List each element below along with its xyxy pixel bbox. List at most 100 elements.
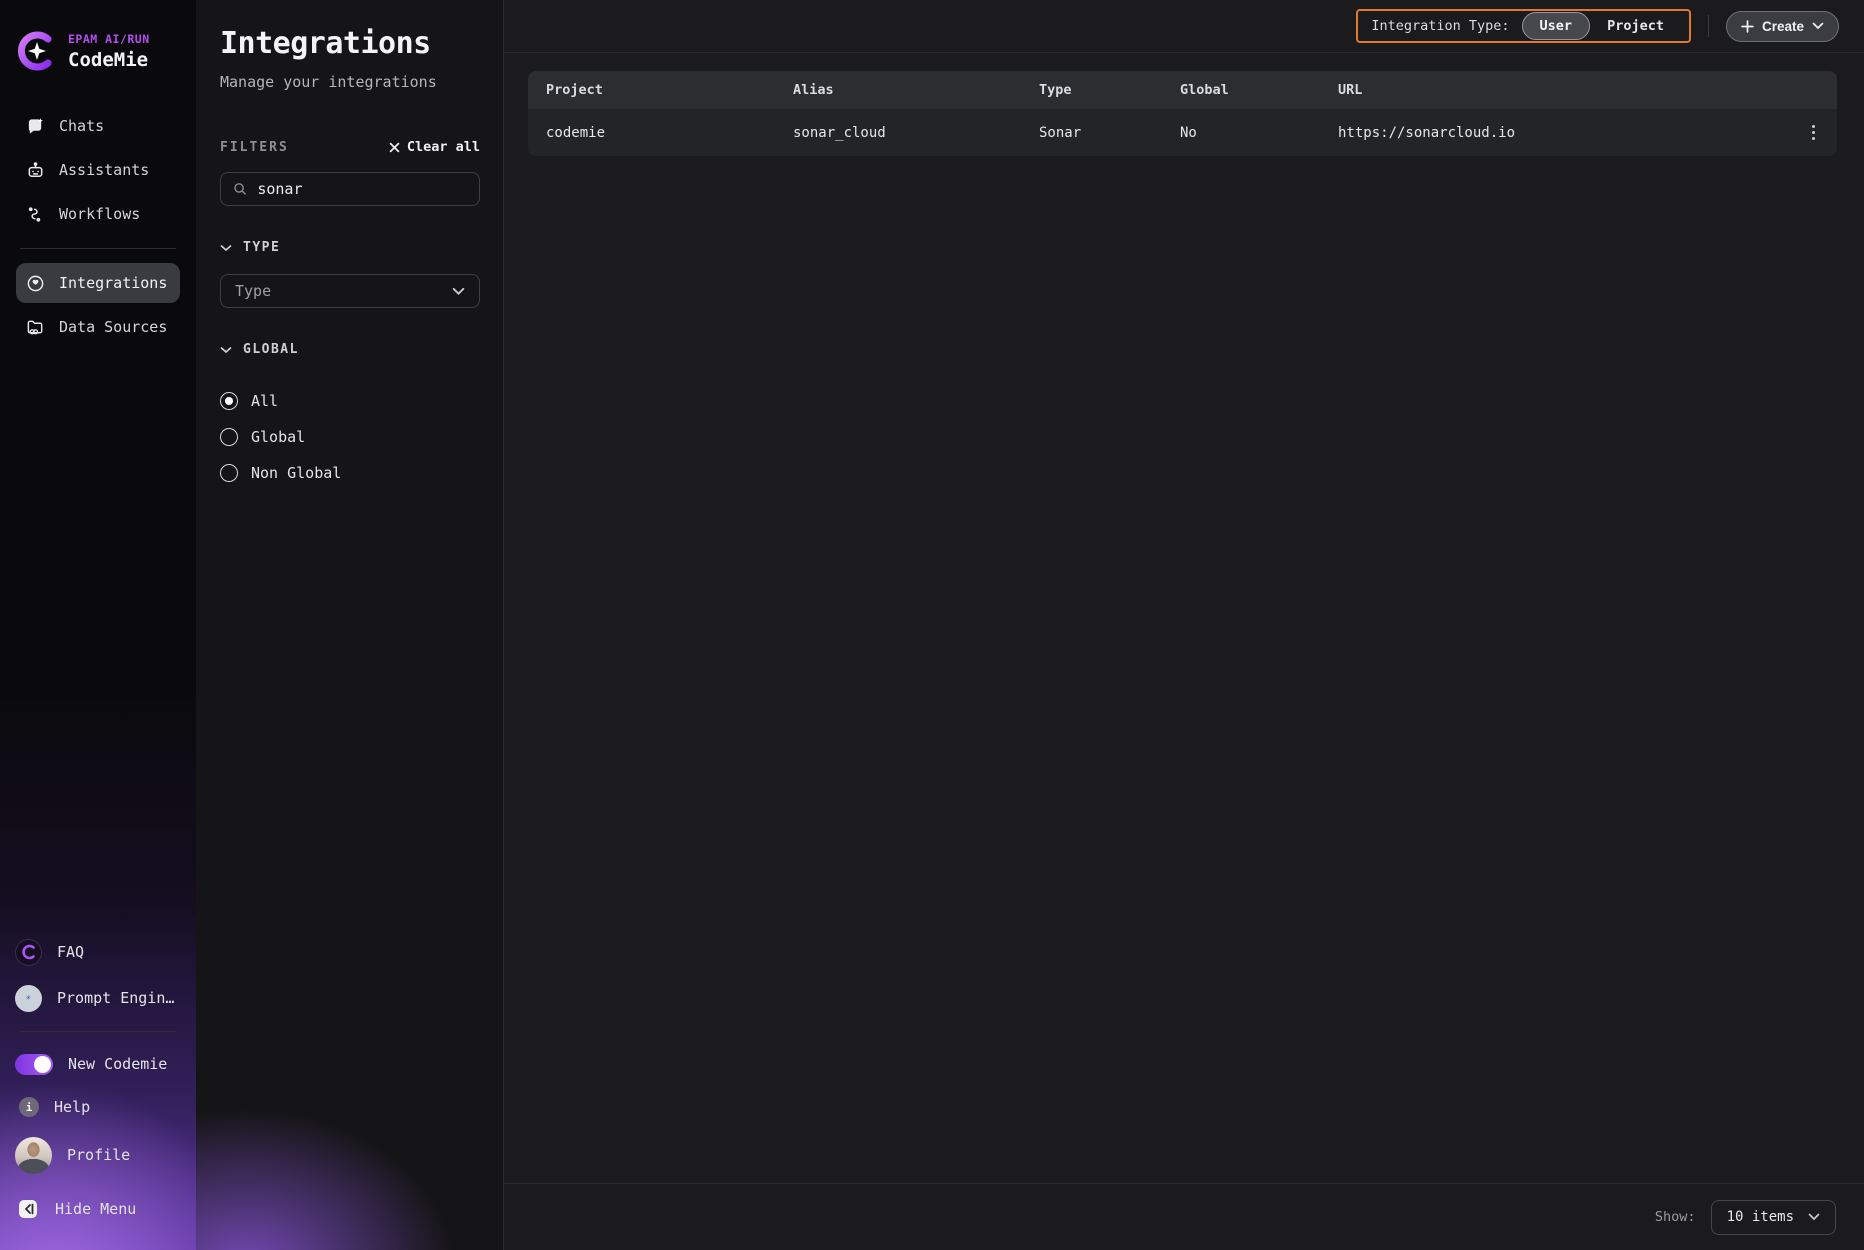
sidebar-item-label: Integrations: [59, 274, 167, 292]
sidebar-divider: [20, 248, 176, 249]
faq-label: FAQ: [57, 943, 84, 961]
cell-type: Sonar: [1039, 125, 1180, 141]
help-icon: i: [19, 1097, 39, 1117]
type-select[interactable]: Type: [220, 274, 480, 308]
global-radio-group: All Global Non Global: [220, 383, 480, 491]
folder-link-icon: [25, 317, 45, 337]
toggle-knob: [34, 1056, 51, 1073]
type-select-placeholder: Type: [235, 282, 271, 300]
integrations-content: Project Alias Type Global URL codemie so…: [504, 53, 1864, 1183]
brand-name: CodeMie: [68, 49, 150, 71]
hide-menu-label: Hide Menu: [55, 1200, 136, 1218]
search-input[interactable]: [257, 180, 467, 198]
radio-label: Non Global: [251, 464, 341, 482]
new-codemie-label: New Codemie: [68, 1055, 167, 1073]
topbar-divider: [1708, 15, 1709, 37]
column-header-project: Project: [546, 82, 793, 98]
sidebar-bottom: FAQ ✳ Prompt Engin… New Codemie i Help P…: [0, 929, 196, 1250]
radio-global[interactable]: Global: [220, 419, 480, 455]
main-area: Integration Type: User Project Create Pr…: [504, 0, 1864, 1250]
type-section-label: TYPE: [243, 240, 280, 255]
chat-icon: [25, 116, 45, 136]
sidebar-item-label: Workflows: [59, 205, 140, 223]
sidebar-item-label: Assistants: [59, 161, 149, 179]
search-icon: [233, 181, 247, 197]
sidebar-item-prompt-engineering[interactable]: ✳ Prompt Engin…: [15, 975, 196, 1021]
radio-non-global[interactable]: Non Global: [220, 455, 480, 491]
codemie-logo-icon: [15, 30, 57, 72]
cell-global: No: [1180, 125, 1338, 141]
sidebar-item-profile[interactable]: Profile: [15, 1128, 196, 1182]
column-header-url: URL: [1338, 82, 1789, 98]
topbar: Integration Type: User Project Create: [504, 0, 1864, 53]
cell-alias: sonar_cloud: [793, 125, 1039, 141]
help-label: Help: [54, 1098, 90, 1116]
new-codemie-toggle[interactable]: [15, 1054, 53, 1075]
brand-block[interactable]: EPAM AI/RUN CodeMie: [0, 0, 196, 72]
brand-text: EPAM AI/RUN CodeMie: [68, 32, 150, 71]
column-header-global: Global: [1180, 82, 1338, 98]
chevron-down-icon: [1812, 22, 1824, 30]
radio-label: Global: [251, 428, 305, 446]
column-header-alias: Alias: [793, 82, 1039, 98]
filters-panel: Integrations Manage your integrations FI…: [196, 0, 504, 1250]
global-section-header[interactable]: GLOBAL: [220, 342, 480, 357]
table-header: Project Alias Type Global URL: [528, 71, 1837, 109]
page-title: Integrations: [220, 26, 480, 61]
segment-user[interactable]: User: [1522, 12, 1591, 40]
integration-icon: [25, 273, 45, 293]
row-actions-menu-icon[interactable]: [1789, 119, 1837, 146]
filters-heading: FILTERS: [220, 140, 289, 155]
radio-circle: [220, 464, 238, 482]
robot-icon: [25, 160, 45, 180]
faq-icon: [15, 939, 42, 966]
sidebar-item-data-sources[interactable]: Data Sources: [16, 307, 180, 347]
prompt-engineering-icon: ✳: [15, 985, 42, 1012]
sidebar-item-hide-menu[interactable]: Hide Menu: [15, 1184, 196, 1234]
avatar: [15, 1137, 52, 1174]
chevron-down-icon: [1808, 1213, 1820, 1221]
clear-all-button[interactable]: Clear all: [389, 139, 480, 155]
new-codemie-row: New Codemie: [15, 1042, 196, 1086]
segment-project[interactable]: Project: [1590, 13, 1681, 39]
create-button[interactable]: Create: [1726, 11, 1839, 42]
sidebar-item-assistants[interactable]: Assistants: [16, 150, 180, 190]
sidebar: EPAM AI/RUN CodeMie Chats Assistants Wor…: [0, 0, 196, 1250]
sidebar-item-integrations[interactable]: Integrations: [16, 263, 180, 303]
radio-label: All: [251, 392, 278, 410]
sidebar-item-label: Chats: [59, 117, 104, 135]
page-size-select[interactable]: 10 items: [1711, 1200, 1836, 1235]
cell-project: codemie: [546, 125, 793, 141]
hide-menu-icon: [17, 1198, 40, 1221]
filter-search-box: [220, 172, 480, 206]
sidebar-item-label: Data Sources: [59, 318, 167, 336]
create-label: Create: [1762, 19, 1804, 34]
table-row[interactable]: codemie sonar_cloud Sonar No https://son…: [528, 109, 1837, 156]
sidebar-bottom-divider: [20, 1031, 176, 1032]
radio-circle: [220, 428, 238, 446]
page-subtitle: Manage your integrations: [220, 73, 480, 91]
profile-label: Profile: [67, 1146, 130, 1164]
clear-all-label: Clear all: [407, 139, 480, 155]
radio-circle: [220, 392, 238, 410]
sidebar-nav: Chats Assistants Workflows Integrations: [0, 104, 196, 349]
global-section-label: GLOBAL: [243, 342, 299, 357]
sidebar-item-faq[interactable]: FAQ: [15, 929, 196, 975]
workflow-icon: [25, 204, 45, 224]
chevron-down-icon: [220, 346, 232, 354]
prompt-engineering-label: Prompt Engin…: [57, 989, 174, 1007]
sidebar-item-help[interactable]: i Help: [15, 1086, 196, 1128]
plus-icon: [1741, 20, 1754, 33]
chevron-down-icon: [452, 287, 465, 296]
column-header-type: Type: [1039, 82, 1180, 98]
sidebar-item-workflows[interactable]: Workflows: [16, 194, 180, 234]
radio-all[interactable]: All: [220, 383, 480, 419]
close-icon: [389, 142, 400, 153]
page-size-value: 10 items: [1727, 1209, 1794, 1225]
sidebar-item-chats[interactable]: Chats: [16, 106, 180, 146]
pagination-bar: Show: 10 items: [504, 1183, 1864, 1250]
type-section-header[interactable]: TYPE: [220, 240, 480, 255]
integrations-table: Project Alias Type Global URL codemie so…: [528, 71, 1837, 156]
integration-type-label: Integration Type:: [1371, 18, 1509, 34]
show-label: Show:: [1655, 1209, 1696, 1225]
